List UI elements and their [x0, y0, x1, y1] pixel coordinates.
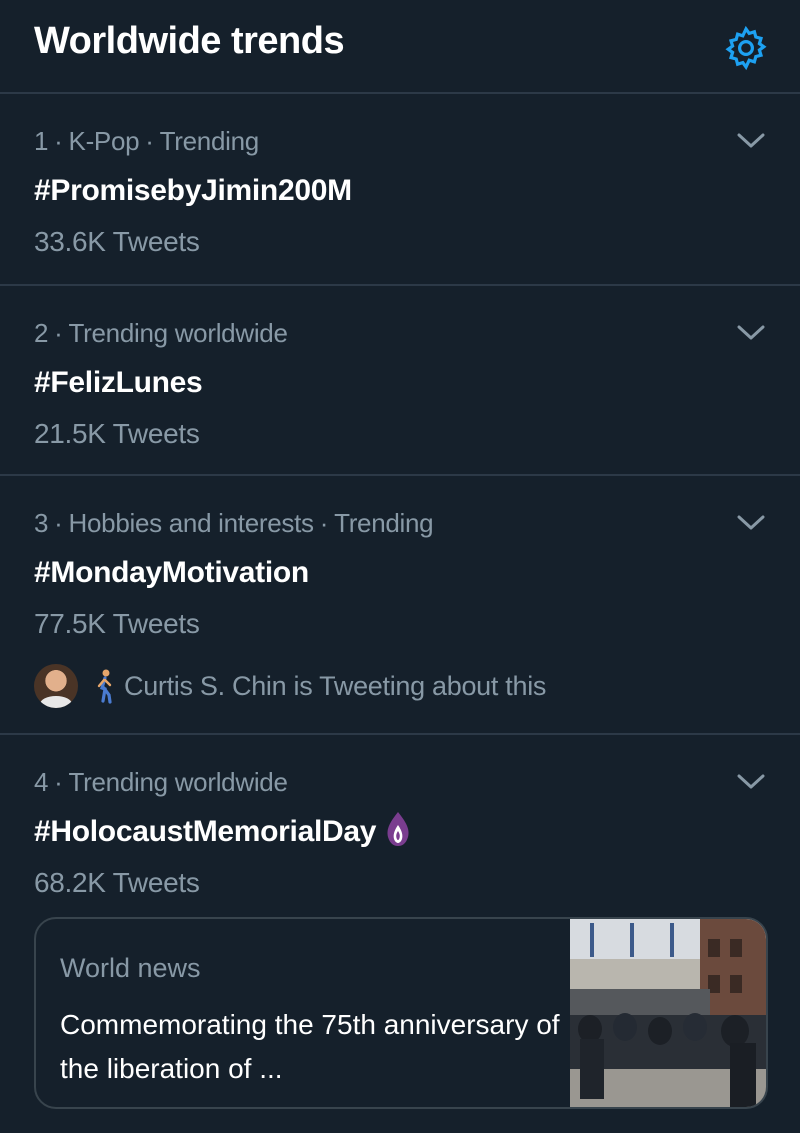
- tweeting-about-row[interactable]: Curtis S. Chin is Tweeting about this: [34, 662, 546, 710]
- avatar[interactable]: [34, 664, 78, 708]
- tweet-count: 77.5K Tweets: [34, 608, 200, 639]
- trend-item-4[interactable]: 4 · Trending worldwide #HolocaustMemorialD…: [0, 735, 800, 1133]
- separator: ·: [145, 126, 154, 156]
- trend-rank: 2: [34, 318, 49, 348]
- chevron-down-icon[interactable]: [734, 510, 768, 534]
- tweeting-about-text: Curtis S. Chin is Tweeting about this: [124, 670, 547, 701]
- candle-icon: [387, 812, 409, 847]
- separator: ·: [54, 318, 63, 348]
- trend-item-3[interactable]: 3 · Hobbies and interests · Trending #Monday…: [0, 476, 800, 735]
- chevron-down-icon[interactable]: [734, 320, 768, 344]
- trend-category: K-Pop: [68, 126, 140, 156]
- trend-context: 1 · K-Pop · Trending: [34, 126, 259, 157]
- tweet-count: 21.5K Tweets: [34, 418, 200, 449]
- trend-name-row[interactable]: #HolocaustMemorialDay: [34, 812, 412, 849]
- separator: ·: [319, 508, 329, 538]
- news-card[interactable]: World news Commemorating the 75th annive…: [34, 917, 768, 1109]
- trend-category: Trending worldwide: [68, 318, 288, 348]
- tweet-count: 33.6K Tweets: [34, 226, 200, 257]
- trend-item-2[interactable]: 2 · Trending worldwide #FelizLunes 21.5K T…: [0, 286, 800, 476]
- trend-category: Trending worldwide: [68, 767, 288, 797]
- separator: ·: [54, 767, 63, 797]
- trend-rank: 1: [34, 126, 49, 156]
- chevron-down-icon[interactable]: [734, 128, 768, 152]
- news-headline[interactable]: Commemorating the 75th anniversary of th…: [60, 1003, 560, 1091]
- trend-context: 3 · Hobbies and interests · Trending: [34, 508, 434, 539]
- trend-name[interactable]: #HolocaustMemorialDay: [34, 815, 376, 848]
- trend-context: 2 · Trending worldwide: [34, 318, 288, 349]
- trend-rank: 4: [34, 767, 49, 797]
- trend-rank: 3: [34, 508, 49, 538]
- chevron-down-icon[interactable]: [734, 769, 768, 793]
- trend-status: Trending: [334, 508, 434, 538]
- trend-name[interactable]: #MondayMotivation: [34, 556, 309, 590]
- trend-name[interactable]: #PromisebyJimin200M: [34, 174, 352, 208]
- trend-item-1[interactable]: 1 · K-Pop · Trending #PromisebyJimin200M 33.…: [0, 94, 800, 286]
- trend-category: Hobbies and interests: [68, 508, 314, 538]
- header: Worldwide trends: [0, 0, 800, 94]
- tweet-count: 68.2K Tweets: [34, 867, 200, 898]
- trend-status: Trending: [159, 126, 260, 156]
- gear-icon[interactable]: [722, 24, 770, 72]
- trend-context: 4 · Trending worldwide: [34, 767, 288, 798]
- separator: ·: [54, 508, 63, 538]
- page-title: Worldwide trends: [34, 20, 345, 62]
- separator: ·: [54, 126, 63, 156]
- news-category: World news: [60, 953, 201, 983]
- person-walking-icon: [97, 669, 112, 704]
- news-thumbnail[interactable]: [570, 919, 766, 1107]
- trend-name[interactable]: #FelizLunes: [34, 366, 203, 400]
